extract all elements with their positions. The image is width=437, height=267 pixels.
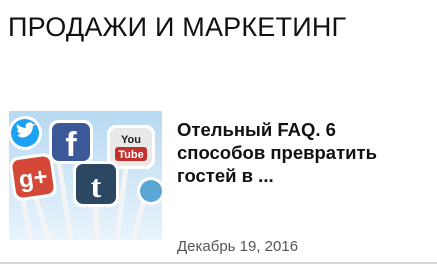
section-title: ПРОДАЖИ И МАРКЕТИНГ bbox=[8, 12, 347, 42]
social-media-signs-image: f You Tube g+ t bbox=[9, 111, 162, 240]
svg-text:f: f bbox=[65, 126, 77, 164]
svg-text:g+: g+ bbox=[17, 163, 49, 194]
twitter-icon bbox=[9, 116, 42, 150]
svg-text:You: You bbox=[121, 134, 141, 146]
svg-text:Tube: Tube bbox=[118, 149, 143, 161]
divider bbox=[0, 262, 437, 264]
post-date: Декабрь 19, 2016 bbox=[177, 238, 299, 255]
post-thumbnail[interactable]: f You Tube g+ t bbox=[9, 111, 162, 240]
post-title-link[interactable]: Отельный FAQ. 6 способов превратить гост… bbox=[177, 118, 422, 187]
facebook-icon: f bbox=[49, 120, 93, 164]
google-plus-icon: g+ bbox=[9, 153, 57, 201]
svg-text:t: t bbox=[91, 168, 102, 204]
tumblr-icon: t bbox=[73, 161, 119, 207]
